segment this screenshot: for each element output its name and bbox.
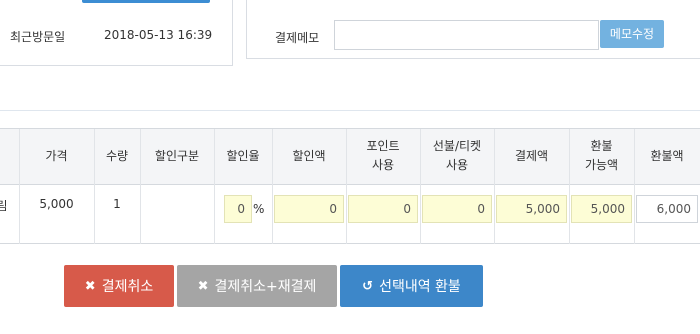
last-visit-label: 최근방문일 (10, 30, 66, 44)
header-point-line2: 사용 (371, 158, 395, 172)
header-refundable: 환불 가능액 (569, 137, 634, 175)
refundable-amount-field: 5,000 (571, 195, 632, 223)
cancel-and-repay-button[interactable]: ✖ 결제취소+재결제 (177, 265, 337, 307)
header-prepaid-line2: 사용 (445, 158, 469, 172)
header-discount-type: 할인구분 (154, 149, 200, 163)
header-prepaid-line1: 선불/티켓 (432, 139, 482, 153)
header-refundable-line1: 환불 (590, 139, 613, 153)
times-icon: ✖ (84, 278, 96, 294)
header-discount-amount: 할인액 (292, 149, 326, 163)
memo-label: 결제메모 (275, 31, 320, 45)
header-discount-rate: 할인율 (226, 149, 260, 163)
undo-icon: ↺ (362, 278, 374, 294)
prepaid-use-field: 0 (422, 195, 492, 223)
times-icon: ✖ (197, 278, 209, 294)
header-point-use: 포인트 사용 (346, 137, 420, 175)
discount-amount-field: 0 (274, 195, 344, 223)
header-qty: 수량 (105, 149, 129, 163)
header-payment: 결제액 (514, 149, 549, 163)
refund-amount-input[interactable]: 6,000 (636, 195, 698, 223)
point-use-field: 0 (348, 195, 418, 223)
header-point-line1: 포인트 (366, 139, 400, 153)
memo-edit-button[interactable]: 메모수정 (600, 20, 664, 48)
percent-sign: % (253, 202, 265, 216)
cancel-and-repay-label: 결제취소+재결제 (214, 279, 317, 295)
header-refundable-line2: 가능액 (584, 158, 619, 172)
item-name-cell: 림 (0, 199, 8, 213)
panel-tab-indicator (82, 0, 210, 3)
memo-input[interactable] (334, 20, 599, 50)
header-refund: 환불액 (650, 149, 684, 163)
refund-selected-label: 선택내역 환불 (379, 279, 461, 295)
discount-rate-input[interactable]: 0 (224, 195, 252, 223)
cancel-payment-button[interactable]: ✖ 결제취소 (64, 265, 174, 307)
qty-cell: 1 (113, 197, 121, 211)
section-divider (0, 110, 700, 111)
payment-amount-field: 5,000 (496, 195, 567, 223)
header-prepaid-use: 선불/티켓 사용 (420, 137, 494, 175)
refund-selected-button[interactable]: ↺ 선택내역 환불 (340, 265, 483, 307)
header-price: 가격 (45, 149, 68, 163)
last-visit-value: 2018-05-13 16:39 (104, 28, 213, 42)
price-cell: 5,000 (39, 197, 74, 211)
cancel-payment-label: 결제취소 (101, 279, 154, 295)
